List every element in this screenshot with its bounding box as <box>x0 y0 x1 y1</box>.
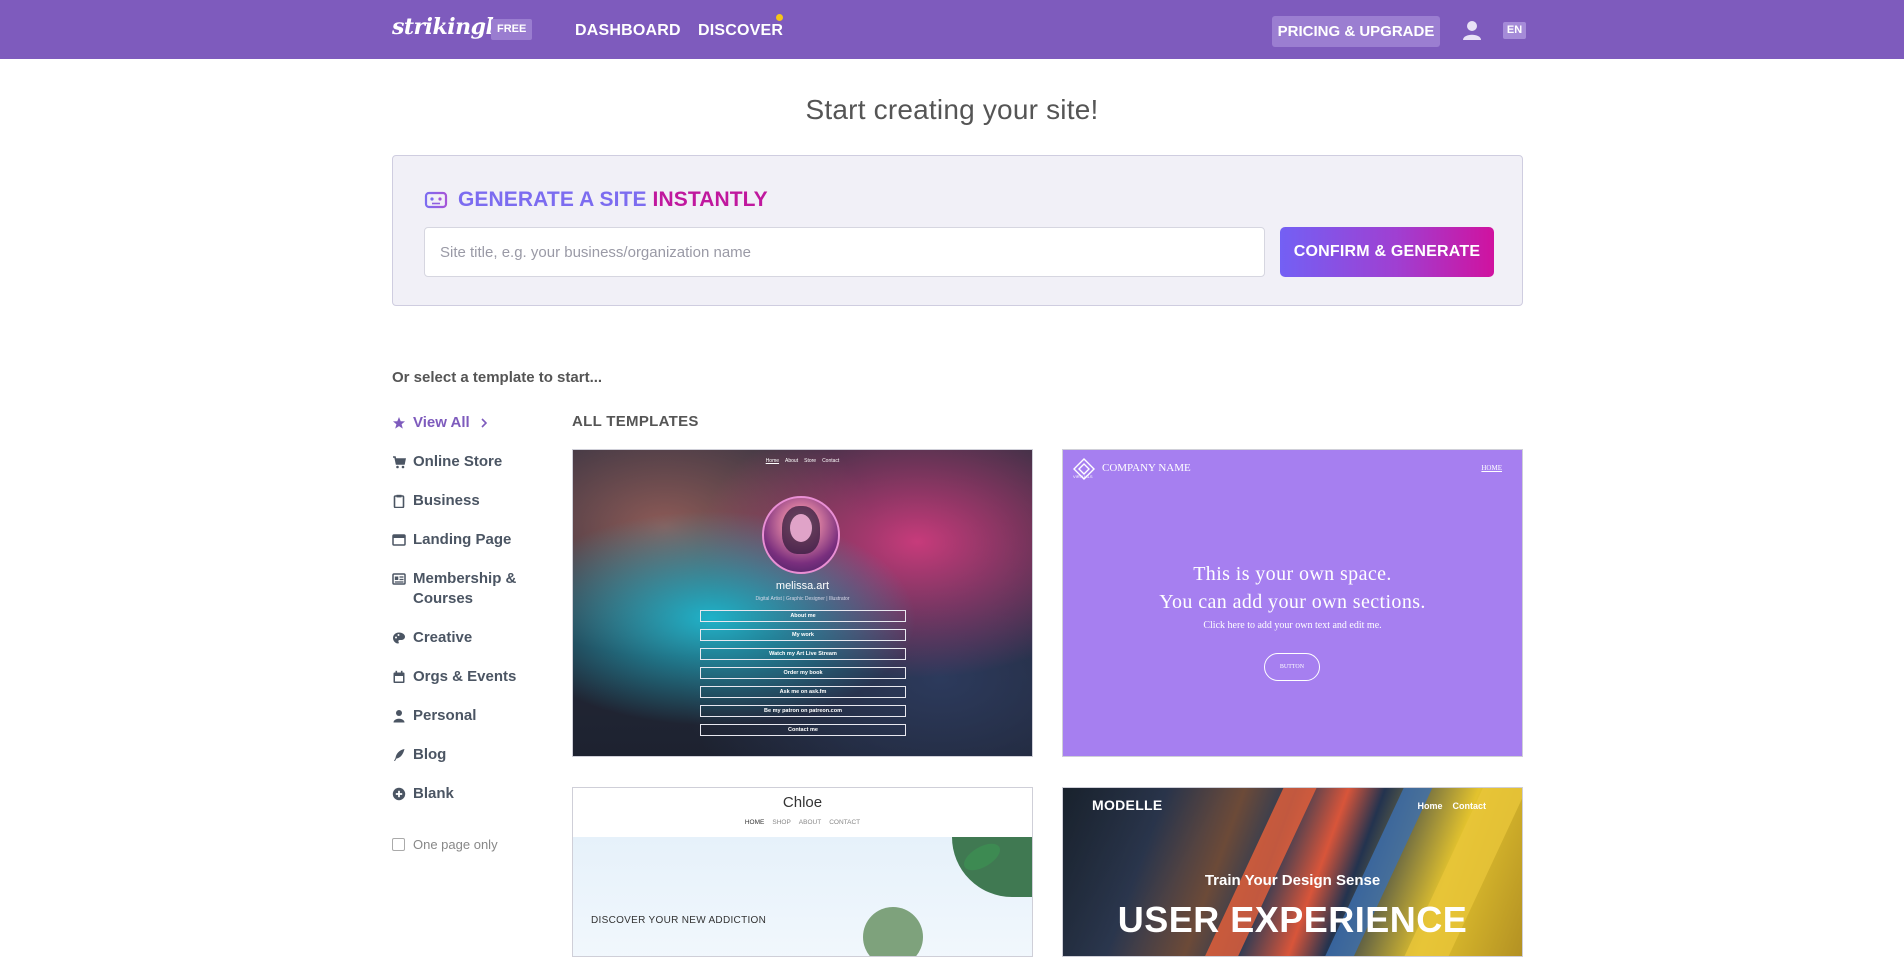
template-nav-item: CONTACT <box>829 819 861 826</box>
template-logo-subtext: VIRTUALS <box>1073 474 1093 479</box>
cart-icon <box>393 456 406 469</box>
template-name: melissa.art <box>775 580 830 592</box>
category-online-store[interactable]: Online Store <box>392 452 502 472</box>
person-icon <box>393 710 405 723</box>
template-nav-home: HOME <box>1481 464 1502 472</box>
pricing-upgrade-button[interactable]: PRICING & UPGRADE <box>1272 16 1440 47</box>
template-nav-item: Home <box>1417 801 1443 811</box>
id-card-icon <box>392 573 406 585</box>
generator-title-accent: INSTANTLY <box>652 188 768 211</box>
template-link-button: Watch my Art Live Stream <box>700 648 906 660</box>
template-subtitle: Train Your Design Sense <box>1204 872 1381 889</box>
category-blog[interactable]: Blog <box>392 745 446 765</box>
category-label: Blank <box>413 785 454 802</box>
template-nav: Home Contact <box>1407 801 1486 811</box>
template-link-button: Be my patron on patreon.com <box>700 705 906 717</box>
confirm-generate-button[interactable]: CONFIRM & GENERATE <box>1280 227 1494 277</box>
template-button: BUTTON <box>1264 653 1320 681</box>
template-prompt: Or select a template to start... <box>392 369 603 386</box>
clipboard-icon <box>393 494 405 508</box>
star-icon <box>393 417 405 429</box>
template-link-button: About me <box>700 610 906 622</box>
template-card-company-blank[interactable]: VIRTUALS COMPANY NAME HOME This is your … <box>1062 449 1523 757</box>
one-page-only-filter[interactable]: One page only <box>392 837 498 852</box>
category-label-line1: Membership & <box>413 570 517 587</box>
category-label: Blog <box>413 746 447 763</box>
template-subtitle: Digital Artist | Graphic Designer | Illu… <box>755 596 850 602</box>
site-generator-panel: GENERATE A SITE INSTANTLY CONFIRM & GENE… <box>392 155 1523 306</box>
generator-title: GENERATE A SITE INSTANTLY <box>458 188 768 212</box>
template-body-text: Click here to add your own text and edit… <box>1203 620 1382 631</box>
template-hero-image <box>573 837 1032 956</box>
generator-title-main: GENERATE A SITE <box>458 188 647 211</box>
template-link-button: My work <box>700 629 906 641</box>
category-creative[interactable]: Creative <box>392 628 472 648</box>
template-headline: USER EXPERIENCE <box>1117 899 1468 940</box>
category-view-all[interactable]: View All <box>392 413 488 433</box>
notification-dot <box>776 14 783 21</box>
plant-pot-graphic <box>863 907 923 956</box>
robot-icon <box>422 189 450 209</box>
template-nav-item: HOME <box>744 819 765 826</box>
category-business[interactable]: Business <box>392 491 480 511</box>
template-link-button: Contact me <box>700 724 906 736</box>
templates-heading: ALL TEMPLATES <box>572 413 699 430</box>
template-nav-item: Store <box>804 458 817 464</box>
template-brand: MODELLE <box>1092 797 1163 813</box>
one-page-only-label: One page only <box>413 837 498 852</box>
template-heading: This is your own space. You can add your… <box>1063 560 1522 616</box>
template-link-button: Ask me on ask.fm <box>700 686 906 698</box>
template-link-button: Order my book <box>700 667 906 679</box>
template-nav: HOME SHOP ABOUT CONTACT <box>573 819 1032 826</box>
quill-icon <box>394 749 405 761</box>
template-header: Chloe HOME SHOP ABOUT CONTACT <box>573 788 1032 837</box>
category-label: Personal <box>413 707 477 724</box>
template-title: Chloe <box>782 794 823 811</box>
palette-icon <box>393 632 405 644</box>
template-company-name: COMPANY NAME <box>1102 462 1191 474</box>
user-account-icon[interactable] <box>1462 20 1482 40</box>
template-nav-item: SHOP <box>772 819 791 826</box>
category-orgs-events[interactable]: Orgs & Events <box>392 667 516 687</box>
page-title: Start creating your site! <box>805 94 1099 125</box>
template-nav: Home About Store Contact <box>573 458 1032 464</box>
category-membership-courses[interactable]: Membership & Courses <box>392 569 516 609</box>
plan-badge: FREE <box>491 19 533 40</box>
template-heading-line2: You can add your own sections. <box>1159 591 1426 613</box>
strikingly-logo[interactable]: strikingly <box>392 14 506 40</box>
one-page-only-checkbox[interactable] <box>392 838 405 851</box>
template-tagline: DISCOVER YOUR NEW ADDICTION <box>591 915 767 926</box>
template-heading-line1: This is your own space. <box>1193 563 1392 585</box>
nav-discover-link[interactable]: DISCOVER <box>698 22 783 40</box>
template-avatar <box>762 496 840 574</box>
calendar-icon <box>393 670 405 683</box>
template-card-melissa-art[interactable]: Home About Store Contact melissa.art Digita… <box>572 449 1033 757</box>
top-navigation-bar: strikingly FREE DASHBOARD DISCOVER PRICI… <box>0 0 1904 59</box>
template-nav-item: Home <box>765 458 780 464</box>
category-label: Landing Page <box>413 531 512 548</box>
template-nav-item: ABOUT <box>798 819 822 826</box>
template-nav-item: About <box>785 458 799 464</box>
category-label: View All <box>413 414 470 431</box>
template-card-chloe[interactable]: Chloe HOME SHOP ABOUT CONTACT DISCOVER YOUR… <box>572 787 1033 957</box>
chevron-right-icon <box>481 418 487 428</box>
category-label: Online Store <box>413 453 503 470</box>
template-card-modelle[interactable]: MODELLE Home Contact Train Your Design Se… <box>1062 787 1523 957</box>
language-selector[interactable]: EN <box>1503 22 1526 39</box>
category-blank[interactable]: Blank <box>392 784 454 804</box>
template-nav-item: Contact <box>822 458 840 464</box>
category-label: Membership & Courses <box>413 569 516 609</box>
category-label: Creative <box>413 629 473 646</box>
category-label: Orgs & Events <box>413 668 517 685</box>
site-title-input[interactable] <box>424 227 1265 277</box>
category-label: Business <box>413 492 480 509</box>
nav-dashboard-link[interactable]: DASHBOARD <box>575 22 681 40</box>
category-label-line2: Courses <box>413 590 474 607</box>
browser-window-icon <box>392 534 406 546</box>
category-personal[interactable]: Personal <box>392 706 476 726</box>
plus-circle-icon <box>392 787 406 801</box>
category-landing-page[interactable]: Landing Page <box>392 530 511 550</box>
template-nav-item: Contact <box>1452 801 1487 811</box>
